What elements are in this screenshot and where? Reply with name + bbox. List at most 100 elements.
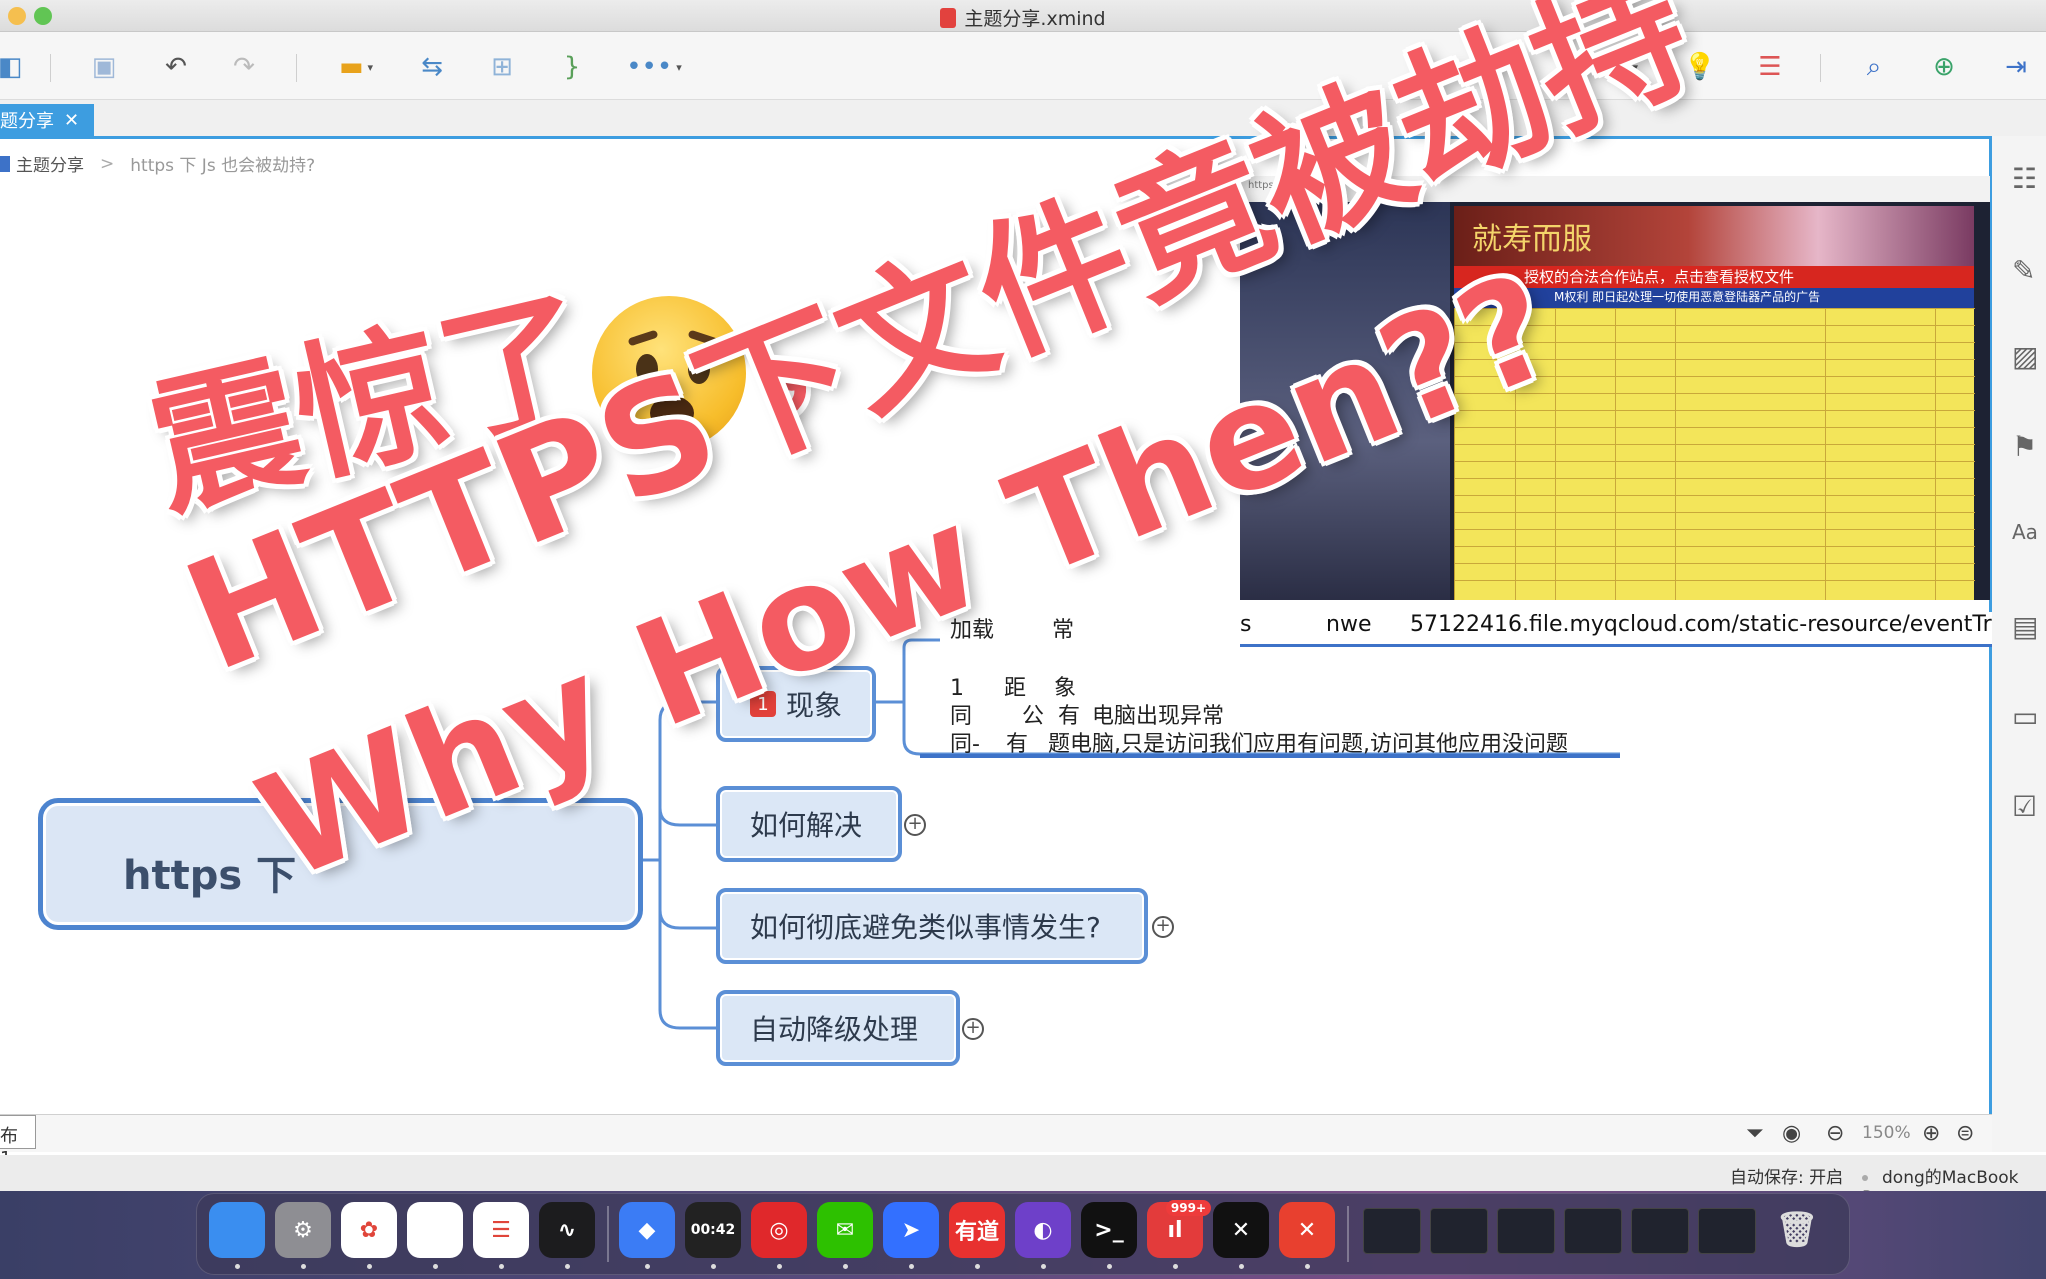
central-topic-label: https 下 [123, 853, 297, 899]
minimized-window-thumbnail[interactable] [1497, 1208, 1555, 1254]
text-style-icon[interactable]: Aa [2012, 520, 2046, 550]
system-settings-icon[interactable]: ⚙ [275, 1202, 331, 1258]
feishu-icon[interactable]: ➤ [883, 1202, 939, 1258]
table-row-line [1455, 325, 1975, 326]
branch-phenomenon[interactable]: 1 现象 [716, 666, 876, 742]
netease-music-icon[interactable]: ◎ [751, 1202, 807, 1258]
lark-icon[interactable]: ◆ [619, 1202, 675, 1258]
table-col-line [1935, 308, 1936, 600]
running-indicator [565, 1264, 570, 1269]
activity-monitor-icon[interactable]: ∿ [539, 1202, 595, 1258]
trash-icon[interactable]: 🗑 [1769, 1202, 1825, 1258]
comment-icon[interactable]: ▭ [2012, 700, 2046, 733]
chrome-icon[interactable] [407, 1202, 463, 1258]
embedded-blue-notice: M权利 即日起处理一切使用恶意登陆器产品的广告 [1454, 288, 1974, 308]
table-row-line [1455, 478, 1975, 479]
running-indicator [1305, 1264, 1310, 1269]
branch-how-to-avoid[interactable]: 如何彻底避免类似事情发生? [716, 888, 1148, 964]
embedded-logo: 就寿而服 [1472, 222, 1592, 257]
dingtalk-icon[interactable]: ıl 999+ [1147, 1200, 1211, 1258]
clock-icon[interactable]: 00:42 [685, 1202, 741, 1258]
table-row-line [1455, 546, 1975, 547]
terminal-icon[interactable]: >_ [1081, 1202, 1137, 1258]
table-row-line [1455, 359, 1975, 360]
youdao-icon[interactable]: 有道 [949, 1202, 1005, 1258]
dock: ⚙ ✿ ☰ ∿ ◆ 00:42 ◎ ✉ ➤ 有道 ◐ >_ ıl 999+ ✕ ✕ 🗑 [196, 1193, 1850, 1275]
table-row-line [1455, 461, 1975, 462]
xmind-icon[interactable]: ✕ [1279, 1202, 1335, 1258]
running-indicator [1107, 1264, 1112, 1269]
embedded-red-notice: 授权的合法合作站点，点击查看授权文件 [1454, 266, 1974, 288]
table-row-line [1455, 427, 1975, 428]
flag-icon[interactable]: ⚑ [2012, 430, 2046, 463]
table-row-line [1455, 563, 1975, 564]
minimized-window-thumbnail[interactable] [1698, 1208, 1756, 1254]
dock-separator [1347, 1206, 1349, 1262]
outline-icon[interactable]: ☷ [2012, 162, 2046, 195]
wechat-icon[interactable]: ✉ [817, 1202, 873, 1258]
expand-icon[interactable]: + [962, 1018, 984, 1040]
autosave-status[interactable]: 自动保存: 开启 [1730, 1163, 1843, 1188]
embedded-sky-art [1240, 202, 1450, 600]
notification-badge: 999+ [1165, 1200, 1211, 1216]
task-icon[interactable]: ☑ [2012, 790, 2046, 823]
branch-label: 自动降级处理 [750, 1013, 919, 1046]
sync-dot-icon [1862, 1175, 1868, 1181]
running-indicator [975, 1264, 980, 1269]
table-row-line [1455, 393, 1975, 394]
branch-how-to-solve[interactable]: 如何解决 [716, 786, 902, 862]
eye-icon[interactable]: ◉ [1782, 1121, 1801, 1146]
subtopic-loading[interactable]: 加载常 [950, 612, 1074, 644]
table-row-line [1455, 308, 1975, 309]
subtopic-url-underline [1240, 644, 1992, 647]
running-indicator [499, 1264, 504, 1269]
branch-auto-downgrade[interactable]: 自动降级处理 [716, 990, 960, 1066]
format-brush-icon[interactable]: ✎ [2012, 254, 2046, 287]
table-col-line [1555, 308, 1556, 600]
table-col-line [1675, 308, 1676, 600]
canvas-status-bar: 布 1 ⏷ ◉ ⊖ 150% ⊕ ⊜ [0, 1114, 1992, 1169]
table-row-line [1455, 410, 1975, 411]
subtopic-url[interactable]: s n we 57122416.file.myqcloud.com/static… [1240, 612, 1992, 646]
fit-map-icon[interactable]: ⊜ [1956, 1121, 1974, 1146]
github-desktop-icon[interactable]: ◐ [1015, 1202, 1071, 1258]
running-indicator [777, 1264, 782, 1269]
central-topic[interactable]: https 下 [38, 798, 643, 930]
notes-icon[interactable]: ▤ [2012, 610, 2046, 643]
running-indicator [711, 1264, 716, 1269]
priority-badge-icon: 1 [750, 691, 776, 717]
table-row-line [1455, 529, 1975, 530]
expand-icon[interactable]: + [904, 814, 926, 836]
zoom-in-icon[interactable]: ⊕ [1922, 1121, 1940, 1146]
running-indicator [1041, 1264, 1046, 1269]
running-indicator [301, 1264, 306, 1269]
running-indicator [909, 1264, 914, 1269]
table-row-line [1455, 495, 1975, 496]
filter-icon[interactable]: ⏷ [1746, 1121, 1764, 1146]
photos-icon[interactable]: ✿ [341, 1202, 397, 1258]
zoom-out-icon[interactable]: ⊖ [1826, 1121, 1844, 1146]
running-indicator [433, 1264, 438, 1269]
dock-separator [607, 1206, 609, 1262]
table-row-line [1455, 444, 1975, 445]
table-row-line [1455, 342, 1975, 343]
running-indicator [235, 1264, 240, 1269]
reminders-icon[interactable]: ☰ [473, 1202, 529, 1258]
running-indicator [645, 1264, 650, 1269]
sheet-tab[interactable]: 布 1 [0, 1115, 36, 1169]
minimized-window-thumbnail[interactable] [1564, 1208, 1622, 1254]
table-col-line [1825, 308, 1826, 600]
minimized-window-thumbnail[interactable] [1363, 1208, 1421, 1254]
minimized-window-thumbnail[interactable] [1430, 1208, 1488, 1254]
subtopic-underline [920, 754, 1620, 758]
minimized-window-thumbnail[interactable] [1631, 1208, 1689, 1254]
running-indicator [367, 1264, 372, 1269]
capcut-icon[interactable]: ✕ [1213, 1202, 1269, 1258]
finder-icon[interactable] [209, 1202, 265, 1258]
right-sidebar: ☷ ✎ ▨ ⚑ Aa ▤ ▭ ☑ [1992, 136, 2046, 1152]
expand-icon[interactable]: + [1152, 916, 1174, 938]
table-row-line [1455, 376, 1975, 377]
embedded-screenshot[interactable]: https://dalahang9... 就寿而服 授权的合法合作站点，点击查看… [1240, 176, 1990, 600]
image-icon[interactable]: ▨ [2012, 340, 2046, 373]
embedded-server-table [1454, 308, 1975, 600]
